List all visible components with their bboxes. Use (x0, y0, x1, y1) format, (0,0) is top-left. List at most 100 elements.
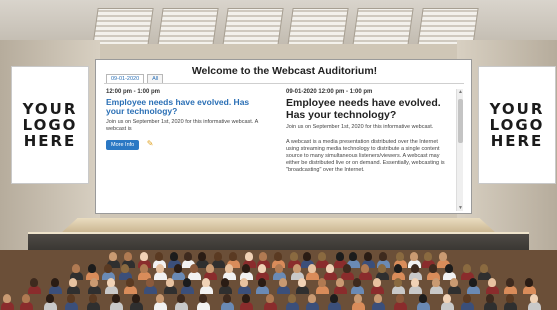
audience-member-head (506, 294, 515, 303)
audience-member-head (396, 294, 405, 303)
audience-member-head (336, 278, 345, 287)
audience-member-body (219, 286, 233, 294)
audience-member-head (431, 278, 440, 287)
tab-all[interactable]: All (147, 74, 164, 83)
audience-member-head (378, 252, 387, 261)
audience-member-head (155, 264, 164, 273)
audience-member-body (175, 302, 189, 310)
audience-member-head (139, 264, 148, 273)
audience-member-body (171, 272, 185, 280)
audience-member-body (0, 302, 14, 310)
audience-member-head (318, 252, 327, 261)
audience-member-head (394, 264, 403, 273)
logo-placeholder-right: YOUR LOGO HERE (478, 66, 556, 184)
audience-member-head (409, 252, 418, 261)
audience-member-head (303, 252, 312, 261)
audience-member-head (258, 278, 267, 287)
event-detail-time: 09-01-2020 12:00 pm - 1:00 pm (286, 89, 373, 95)
tab-divider (104, 83, 464, 84)
audience-member-head (89, 278, 98, 287)
audience-member-head (275, 264, 284, 273)
audience-member-body (199, 286, 213, 294)
more-info-button[interactable]: More Info (106, 140, 140, 150)
audience-member-head (109, 252, 118, 261)
ceiling-light-panel (287, 8, 349, 46)
event-detail-panel: 09-01-2020 12:00 pm - 1:00 pm Employee n… (286, 89, 446, 174)
event-detail-title: Employee needs have evolved. Has your te… (286, 97, 441, 121)
scroll-thumb[interactable] (458, 99, 463, 143)
audience-member-head (278, 278, 287, 287)
audience-member-body (188, 272, 202, 280)
audience-member-head (335, 252, 344, 261)
scroll-up-arrow-icon[interactable]: ▲ (457, 89, 464, 95)
audience-member-body (104, 286, 118, 294)
audience-member-body (48, 286, 62, 294)
audience-member-body (296, 286, 310, 294)
audience-member-head (330, 294, 339, 303)
audience-member-head (228, 252, 237, 261)
audience-member-head (462, 264, 471, 273)
audience-member-body (196, 302, 210, 310)
audience-member-head (183, 278, 192, 287)
ceiling-light-panel (157, 8, 219, 46)
audience-member-head (289, 252, 298, 261)
detail-scrollbar[interactable]: ▲ ▼ (456, 89, 463, 211)
audience-member-body (153, 302, 167, 310)
audience-member-body (240, 302, 254, 310)
audience-member-body (358, 272, 372, 280)
audience-member-head (46, 294, 55, 303)
audience-member-head (317, 278, 326, 287)
audience-member-head (22, 294, 31, 303)
audience-member-head (146, 278, 155, 287)
audience-member-head (449, 278, 458, 287)
ceiling-light-panel (222, 8, 284, 46)
audience-member-head (377, 264, 386, 273)
audience-member-body (440, 302, 454, 310)
audience-member-head (201, 278, 210, 287)
audience-member-head (198, 252, 207, 261)
audience-member-head (293, 264, 302, 273)
pencil-icon: ✎ (146, 139, 154, 148)
audience-member-body (370, 286, 384, 294)
audience-member-body (87, 286, 101, 294)
audience-member-head (287, 294, 296, 303)
logo-placeholder-text: YOUR LOGO HERE (489, 100, 545, 150)
audience-member-head (265, 294, 274, 303)
audience-member-body (256, 286, 270, 294)
audience-member-body (523, 286, 537, 294)
audience-member-body (109, 302, 123, 310)
audience-member-head (124, 252, 133, 261)
audience-member-head (104, 264, 113, 273)
audience-member-head (214, 252, 223, 261)
audience-member-head (190, 264, 199, 273)
audience-member-head (258, 264, 267, 273)
audience-member-head (170, 252, 179, 261)
audience-member-head (343, 264, 352, 273)
audience-member-head (165, 278, 174, 287)
audience-member-head (298, 278, 307, 287)
scroll-down-arrow-icon[interactable]: ▼ (457, 205, 464, 211)
event-title-link[interactable]: Employee needs have evolved. Has your te… (106, 98, 266, 116)
audience-member-body (408, 286, 422, 294)
audience-member-head (221, 278, 230, 287)
audience-member-head (177, 294, 186, 303)
audience-member-body (483, 302, 497, 310)
audience-member-body (341, 272, 355, 280)
audience-member-body (485, 286, 499, 294)
audience-member-head (360, 264, 369, 273)
audience-member-body (351, 302, 365, 310)
audience-member-head (418, 294, 427, 303)
audience-member-body (153, 272, 167, 280)
audience-member-head (132, 294, 140, 303)
audience-member-head (225, 264, 234, 273)
audience-member-head (428, 264, 437, 273)
audience-member-body (123, 286, 137, 294)
tab-date[interactable]: 09-01-2020 (106, 74, 145, 83)
audience-member-body (220, 302, 234, 310)
audience-member-body (163, 286, 177, 294)
audience-member-head (438, 252, 447, 261)
audience-member-head (349, 252, 358, 261)
audience-member-head (111, 294, 120, 303)
audience-member-head (487, 278, 496, 287)
audience-member-body (528, 302, 542, 310)
